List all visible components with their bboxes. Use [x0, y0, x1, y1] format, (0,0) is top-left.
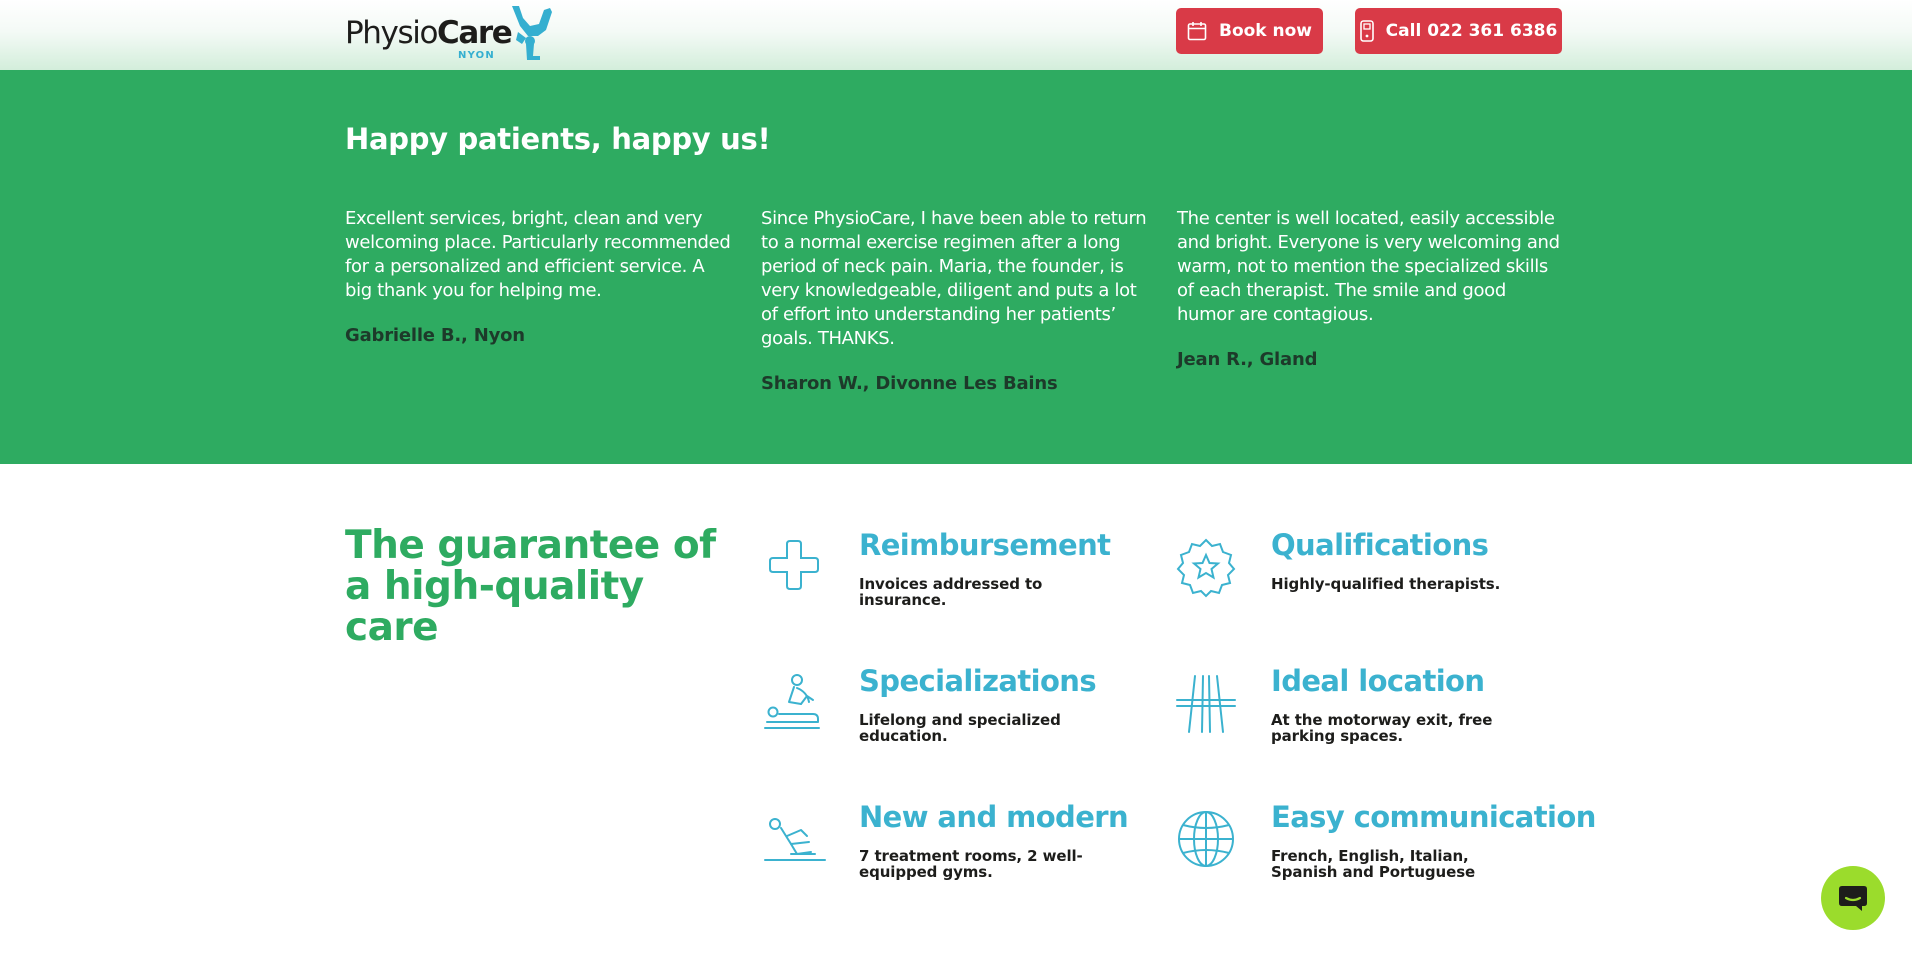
calendar-icon [1187, 22, 1207, 41]
guarantee-title: The guarantee of a high-quality care [345, 523, 716, 650]
feature-title: Ideal location [1271, 664, 1485, 698]
feature-qualifications: Qualifications Highly-qualified therapis… [1173, 528, 1573, 638]
chat-bubble-icon [1839, 886, 1867, 911]
logo-location: NYON [458, 50, 495, 61]
testimonial-author: Jean R., Gland [1177, 349, 1318, 370]
call-button[interactable]: Call 022 361 6386 [1355, 8, 1562, 54]
feature-title: Easy communication [1271, 800, 1596, 834]
exercise-person-icon [764, 818, 826, 861]
star-badge-icon [1176, 538, 1236, 598]
testimonial-card: The center is well located, easily acces… [1177, 207, 1565, 370]
testimonials-section: Happy patients, happy us! Excellent serv… [0, 70, 1912, 464]
medical-cross-icon [769, 540, 819, 590]
feature-title: Reimbursement [859, 528, 1111, 562]
feature-title: Specializations [859, 664, 1097, 698]
testimonial-text: Since PhysioCare, I have been able to re… [761, 208, 1147, 349]
logo-name-bold: Care [437, 15, 513, 51]
testimonial-author: Gabrielle B., Nyon [345, 325, 525, 346]
feature-title: New and modern [859, 800, 1129, 834]
testimonial-card: Excellent services, bright, clean and ve… [345, 207, 733, 346]
logo-wordmark: PhysioCare [345, 15, 513, 51]
testimonial-card: Since PhysioCare, I have been able to re… [761, 207, 1149, 394]
testimonial-text: Excellent services, bright, clean and ve… [345, 208, 731, 301]
feature-text: 7 treatment rooms, 2 well-equipped gyms. [859, 847, 1083, 881]
testimonial-author: Sharon W., Divonne Les Bains [761, 373, 1058, 394]
feature-text: Invoices addressed to insurance. [859, 575, 1043, 609]
massage-therapy-icon [764, 674, 820, 729]
feature-text: Lifelong and specialized education. [859, 711, 1061, 745]
feature-text: Highly-qualified therapists. [1271, 575, 1501, 593]
testimonials-title: Happy patients, happy us! [345, 122, 771, 156]
logo-name-light: Physio [345, 15, 438, 51]
feature-title: Qualifications [1271, 528, 1489, 562]
book-now-button[interactable]: Book now [1176, 8, 1323, 54]
feature-reimbursement: Reimbursement Invoices addressed to insu… [761, 528, 1161, 638]
call-label: Call 022 361 6386 [1385, 21, 1558, 41]
globe-icon [1178, 811, 1234, 867]
feature-text: French, English, Italian, Spanish and Po… [1271, 847, 1476, 881]
book-now-label: Book now [1218, 21, 1313, 41]
testimonial-text: The center is well located, easily acces… [1177, 208, 1560, 325]
feature-easy-communication: Easy communication French, English, Ital… [1173, 800, 1596, 910]
site-header: PhysioCare NYON Book now Call 022 361 63… [0, 0, 1912, 70]
mobile-phone-icon [1359, 20, 1374, 42]
feature-text: At the motorway exit, free parking space… [1271, 711, 1493, 745]
feature-specializations: Specializations Lifelong and specialized… [761, 664, 1161, 774]
feature-new-and-modern: New and modern 7 treatment rooms, 2 well… [761, 800, 1161, 910]
feature-ideal-location: Ideal location At the motorway exit, fre… [1173, 664, 1573, 774]
physiocare-logo[interactable]: PhysioCare NYON [345, 4, 560, 62]
motorway-icon [1176, 675, 1236, 733]
logo-figure-icon [512, 6, 552, 60]
chat-widget-button[interactable] [1821, 866, 1885, 930]
